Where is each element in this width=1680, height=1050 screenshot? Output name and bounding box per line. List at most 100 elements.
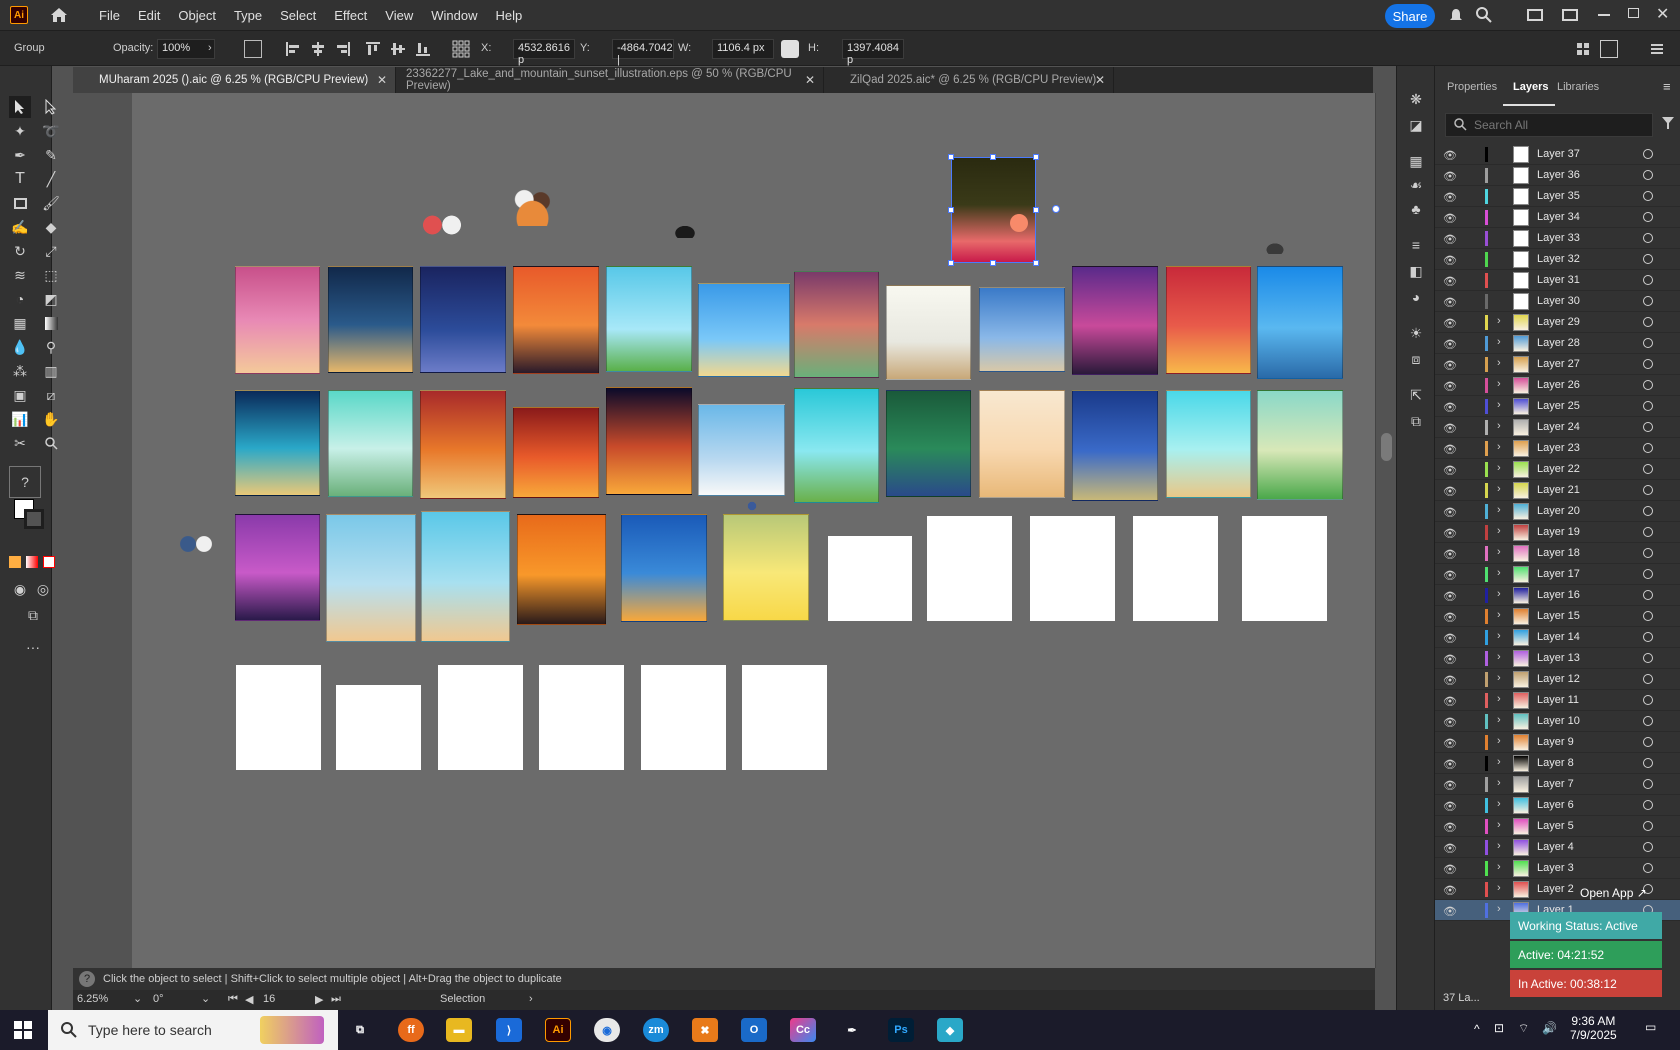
graphic-styles-icon[interactable]: ⧈ (1405, 348, 1427, 370)
none-mode-icon[interactable] (43, 556, 55, 568)
poster-artboard[interactable] (235, 514, 320, 621)
visibility-eye-icon[interactable]: 👁 (1443, 779, 1457, 792)
expand-chevron-icon[interactable]: › (1497, 777, 1501, 789)
open-app-link[interactable]: Open App ↗ (1580, 886, 1647, 900)
blank-artboard[interactable] (1242, 516, 1327, 621)
layer-name[interactable]: Layer 5 (1537, 820, 1574, 832)
show-hidden-icons[interactable]: ^ (1474, 1022, 1480, 1036)
poster-artboard[interactable] (886, 390, 971, 497)
visibility-eye-icon[interactable]: 👁 (1443, 695, 1457, 708)
poster-artboard[interactable] (794, 388, 879, 503)
poster-artboard[interactable] (326, 514, 416, 642)
visibility-eye-icon[interactable]: 👁 (1443, 191, 1457, 204)
poster-artboard[interactable] (420, 266, 506, 373)
layer-row[interactable]: 👁 › Layer 29 (1435, 312, 1680, 333)
expand-chevron-icon[interactable]: › (1497, 378, 1501, 390)
layer-name[interactable]: Layer 25 (1537, 400, 1580, 412)
layer-row[interactable]: 👁 › Layer 3 (1435, 858, 1680, 879)
rotation-dropdown-icon[interactable]: ⌄ (201, 992, 210, 1005)
tab-libraries[interactable]: Libraries (1557, 81, 1599, 93)
layer-target-icon[interactable] (1643, 758, 1653, 768)
resize-handle[interactable] (948, 154, 954, 160)
small-figure-illustration[interactable] (1262, 240, 1288, 254)
last-artboard-icon[interactable]: ⏭ (331, 993, 341, 1006)
poster-artboard[interactable] (1257, 390, 1343, 500)
poster-artboard[interactable] (979, 390, 1065, 498)
resize-handle[interactable] (948, 260, 954, 266)
pen-tool-icon[interactable]: ✒ (9, 144, 31, 166)
poster-artboard[interactable] (1166, 266, 1251, 374)
close-tab-icon[interactable]: ✕ (1095, 73, 1105, 87)
file-explorer-icon[interactable]: ▬ (446, 1018, 472, 1042)
poster-artboard[interactable] (621, 514, 707, 622)
layer-name[interactable]: Layer 6 (1537, 799, 1574, 811)
brushes-icon[interactable]: ☙ (1405, 174, 1427, 196)
vertical-scroll-thumb[interactable] (1381, 433, 1392, 461)
layer-target-icon[interactable] (1643, 779, 1653, 789)
free-transform-tool-icon[interactable]: ⬚ (40, 264, 62, 286)
blank-artboard[interactable] (927, 516, 1012, 621)
layer-name[interactable]: Layer 29 (1537, 316, 1580, 328)
pen-tool-taskbar-icon[interactable]: ✒ (839, 1018, 865, 1042)
layer-target-icon[interactable] (1643, 317, 1653, 327)
align-right-icon[interactable] (334, 40, 352, 58)
layer-row[interactable]: 👁 Layer 34 (1435, 207, 1680, 228)
resize-handle[interactable] (990, 154, 996, 160)
layer-name[interactable]: Layer 20 (1537, 505, 1580, 517)
blank-artboard[interactable] (742, 665, 827, 770)
zoom-dropdown-icon[interactable]: ⌄ (133, 992, 142, 1005)
visibility-eye-icon[interactable]: 👁 (1443, 485, 1457, 498)
restore-icon[interactable] (1628, 8, 1639, 18)
search-icon[interactable] (1475, 6, 1493, 24)
poster-artboard[interactable] (698, 404, 785, 496)
layer-row[interactable]: 👁 › Layer 16 (1435, 585, 1680, 606)
illustrator-taskbar-icon[interactable]: Ai (545, 1018, 571, 1042)
layer-row[interactable]: 👁 › Layer 23 (1435, 438, 1680, 459)
layer-name[interactable]: Layer 21 (1537, 484, 1580, 496)
layer-name[interactable]: Layer 33 (1537, 232, 1580, 244)
expand-chevron-icon[interactable]: › (1497, 693, 1501, 705)
poster-artboard[interactable] (606, 387, 692, 495)
visibility-eye-icon[interactable]: 👁 (1443, 275, 1457, 288)
gradient-panel-icon[interactable]: ◧ (1405, 260, 1427, 282)
canvas-pasteboard[interactable] (73, 93, 132, 968)
layer-target-icon[interactable] (1643, 674, 1653, 684)
resize-handle[interactable] (990, 260, 996, 266)
layer-target-icon[interactable] (1643, 863, 1653, 873)
expand-chevron-icon[interactable]: › (1497, 315, 1501, 327)
visibility-eye-icon[interactable]: 👁 (1443, 842, 1457, 855)
resize-handle[interactable] (948, 207, 954, 213)
shape-builder-tool-icon[interactable]: ◔ (9, 288, 31, 310)
artboard-tool-icon[interactable]: ▣ (9, 384, 31, 406)
visibility-eye-icon[interactable]: 👁 (1443, 422, 1457, 435)
family-illustration[interactable] (505, 188, 560, 226)
h-field[interactable]: 1397.4084 p (842, 39, 904, 66)
poster-artboard[interactable] (794, 271, 879, 378)
layer-name[interactable]: Layer 37 (1537, 148, 1580, 160)
perspective-grid-tool-icon[interactable]: ▦ (9, 312, 31, 334)
layer-target-icon[interactable] (1643, 170, 1653, 180)
layer-row[interactable]: 👁 › Layer 9 (1435, 732, 1680, 753)
system-clock[interactable]: 9:36 AM 7/9/2025 (1570, 1014, 1617, 1042)
visibility-eye-icon[interactable]: 👁 (1443, 863, 1457, 876)
layer-target-icon[interactable] (1643, 149, 1653, 159)
draw-behind-icon[interactable]: ◎ (32, 578, 54, 600)
stroke-icon[interactable]: ≡ (1405, 234, 1427, 256)
layer-target-icon[interactable] (1643, 716, 1653, 726)
expand-chevron-icon[interactable]: › (1497, 567, 1501, 579)
vertical-scrollbar[interactable] (1375, 93, 1396, 968)
layer-name[interactable]: Layer 7 (1537, 778, 1574, 790)
transform-icon[interactable] (244, 40, 262, 58)
layer-target-icon[interactable] (1643, 737, 1653, 747)
constrain-proportions-icon[interactable] (781, 40, 799, 58)
line-tool-icon[interactable]: ╱ (40, 168, 62, 190)
artboard-number[interactable]: 16 (263, 993, 303, 1005)
layer-target-icon[interactable] (1643, 380, 1653, 390)
zoom-level[interactable]: 6.25% (77, 993, 137, 1005)
layer-row[interactable]: 👁 › Layer 8 (1435, 753, 1680, 774)
live-paint-tool-icon[interactable]: ◩ (40, 288, 62, 310)
first-artboard-icon[interactable]: ⏮ (228, 993, 238, 1006)
visibility-eye-icon[interactable]: 👁 (1443, 884, 1457, 897)
expand-chevron-icon[interactable]: › (1497, 819, 1501, 831)
layer-target-icon[interactable] (1643, 422, 1653, 432)
